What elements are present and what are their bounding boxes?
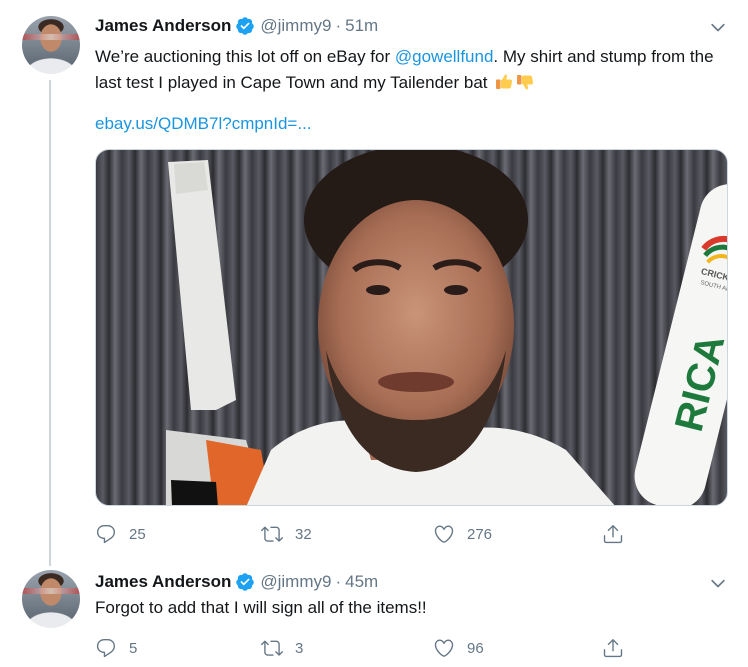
retweet-count: 3 (295, 639, 304, 657)
caret-down-icon[interactable] (708, 18, 728, 38)
like-count: 276 (467, 525, 493, 543)
tweet-text: Forgot to add that I will sign all of th… (95, 598, 427, 617)
tweet-content: James Anderson @jimmy9 · 51m We’re aucti… (95, 14, 734, 544)
cricket-bat-left (168, 160, 236, 410)
retweet-count: 32 (295, 525, 312, 543)
like-icon (434, 639, 454, 657)
tweet-text: We’re auctioning this lot off on eBay fo… (95, 44, 734, 96)
like-button[interactable]: 96 (433, 636, 484, 660)
tweet-header: James Anderson @jimmy9 · 45m (95, 570, 734, 594)
reply-button[interactable]: 25 (95, 522, 146, 546)
verified-badge-icon (235, 16, 255, 36)
separator-dot: · (335, 572, 342, 591)
retweet-button[interactable]: 32 (261, 522, 312, 546)
tweet-header: James Anderson @jimmy9 · 51m (95, 14, 734, 38)
reply-icon (96, 525, 116, 544)
retweet-icon (261, 526, 283, 542)
tweet-actions: 25 32 276 (95, 522, 635, 546)
like-icon (434, 525, 454, 543)
share-button[interactable] (602, 522, 624, 546)
tweet-actions: 5 3 96 (95, 636, 635, 660)
author-handle[interactable]: @jimmy9 (260, 572, 331, 592)
thumbs-down-emoji-icon (517, 75, 534, 90)
thumbs-up-emoji-icon (496, 74, 513, 89)
reply-icon (96, 639, 116, 658)
caret-down-icon[interactable] (708, 574, 728, 594)
author-name[interactable]: James Anderson (95, 16, 231, 36)
tweet-timestamp[interactable]: 51m (345, 16, 378, 36)
share-icon (603, 639, 623, 658)
reply-button[interactable]: 5 (95, 636, 137, 660)
like-count: 96 (467, 639, 484, 657)
tweet-photo[interactable]: CRICK SOUTH AF RICA (95, 149, 728, 506)
reply-count: 5 (129, 639, 138, 657)
tweet[interactable]: James Anderson @jimmy9 · 51m We’re aucti… (0, 0, 748, 566)
cricket-stump: CRICK SOUTH AF RICA (634, 184, 727, 505)
reply-count: 25 (129, 525, 146, 543)
thread-connector-line (49, 80, 51, 566)
author-name[interactable]: James Anderson (95, 572, 231, 592)
retweet-icon (261, 640, 283, 656)
tweet-content: James Anderson @jimmy9 · 45m Forgot to a… (95, 570, 734, 658)
share-button[interactable] (602, 636, 624, 660)
like-button[interactable]: 276 (433, 522, 492, 546)
tweet-timestamp[interactable]: 45m (345, 572, 378, 592)
separator-dot: · (335, 16, 342, 35)
verified-badge-icon (235, 572, 255, 592)
author-handle[interactable]: @jimmy9 (260, 16, 331, 36)
author-avatar[interactable] (22, 570, 80, 628)
author-avatar[interactable] (22, 16, 80, 74)
ebay-link[interactable]: ebay.us/QDMB7l?cmpnId=... (95, 114, 312, 133)
share-icon (603, 525, 623, 544)
mention-link[interactable]: @gowellfund (395, 47, 494, 66)
retweet-button[interactable]: 3 (261, 636, 303, 660)
tweet[interactable]: James Anderson @jimmy9 · 45m Forgot to a… (0, 560, 748, 667)
photo-illustration: CRICK SOUTH AF RICA (166, 150, 727, 505)
tweet-text-part: We’re auctioning this lot off on eBay fo… (95, 47, 395, 66)
tweet-link-line: ebay.us/QDMB7l?cmpnId=... (95, 114, 734, 134)
